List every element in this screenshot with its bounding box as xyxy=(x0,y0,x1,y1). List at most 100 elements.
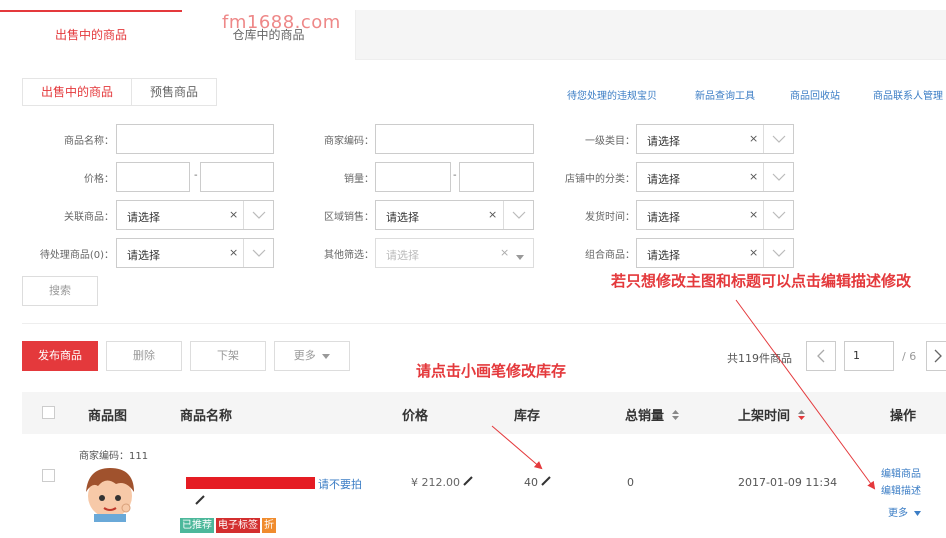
redacted-title xyxy=(186,477,315,489)
caret-down-icon[interactable] xyxy=(516,250,524,263)
subtab-presale[interactable]: 预售商品 xyxy=(131,79,216,105)
table-header: 商品图 商品名称 价格 库存 总销量 上架时间 操作 xyxy=(22,392,946,434)
pending-select[interactable]: 请选择 × xyxy=(116,238,274,268)
clear-icon[interactable]: × xyxy=(749,246,758,259)
pending-value: 请选择 xyxy=(127,249,160,262)
related-select[interactable]: 请选择 × xyxy=(116,200,274,230)
clear-icon[interactable]: × xyxy=(749,170,758,183)
total-count: 共119件商品 xyxy=(727,352,792,365)
edit-title-pencil-icon[interactable] xyxy=(195,495,205,508)
unlist-button[interactable]: 下架 xyxy=(190,341,266,371)
combo-value: 请选择 xyxy=(647,249,680,262)
listed-time-value: 2017-01-09 11:34 xyxy=(738,476,838,489)
sales-min-input[interactable] xyxy=(375,162,451,192)
label-sales: 销量： xyxy=(344,174,374,185)
row-more-label: 更多 xyxy=(888,508,908,519)
total-sales-label: 总销量 xyxy=(625,409,665,424)
edit-product-link[interactable]: 编辑商品 xyxy=(881,465,921,480)
label-shop-category: 店铺中的分类： xyxy=(565,174,635,185)
delete-button[interactable]: 删除 xyxy=(106,341,182,371)
price-max-input[interactable] xyxy=(200,162,274,192)
ship-time-value: 请选择 xyxy=(647,211,680,224)
product-name-input[interactable] xyxy=(116,124,274,154)
header-total-sales[interactable]: 总销量 xyxy=(625,405,679,424)
annotation-edit-description-hint: 若只想修改主图和标题可以点击编辑描述修改 xyxy=(611,272,912,290)
row-more-link[interactable]: 更多 xyxy=(888,504,922,519)
next-page-button[interactable] xyxy=(926,341,946,371)
link-violations[interactable]: 待您处理的违规宝贝 xyxy=(567,87,657,102)
sales-max-input[interactable] xyxy=(459,162,534,192)
ship-time-select[interactable]: 请选择 × xyxy=(636,200,794,230)
tag-group: 已推荐 电子标签折 xyxy=(180,518,278,533)
total-sales-value: 0 xyxy=(627,476,634,489)
top-tab-bar: 出售中的商品 仓库中的商品 xyxy=(0,10,946,60)
other-filter-select[interactable]: 请选择 × xyxy=(375,238,534,268)
region-select[interactable]: 请选择 × xyxy=(375,200,534,230)
link-contact-manage[interactable]: 商品联系人管理 xyxy=(873,87,943,102)
header-listed-time[interactable]: 上架时间 xyxy=(738,405,805,424)
chevron-down-icon[interactable] xyxy=(763,163,793,191)
chevron-down-icon[interactable] xyxy=(763,201,793,229)
product-thumbnail[interactable] xyxy=(76,462,144,525)
merchant-code-input[interactable] xyxy=(375,124,534,154)
header-name: 商品名称 xyxy=(180,409,233,424)
label-combo: 组合商品： xyxy=(585,250,635,261)
shop-category-select[interactable]: 请选择 × xyxy=(636,162,794,192)
related-value: 请选择 xyxy=(127,211,160,224)
publish-button[interactable]: 发布商品 xyxy=(22,341,98,371)
sort-icon xyxy=(669,409,679,424)
divider xyxy=(22,323,946,324)
category-select[interactable]: 请选择 × xyxy=(636,124,794,154)
clear-icon[interactable]: × xyxy=(500,246,509,259)
select-all-checkbox[interactable] xyxy=(42,406,55,419)
header-image: 商品图 xyxy=(88,409,128,424)
clear-icon[interactable]: × xyxy=(229,246,238,259)
more-button[interactable]: 更多 xyxy=(274,341,350,371)
label-merchant-code: 商家编码： xyxy=(324,136,374,147)
listed-time-label: 上架时间 xyxy=(738,409,791,424)
edit-description-link[interactable]: 编辑描述 xyxy=(881,482,921,497)
edit-stock-pencil-icon[interactable] xyxy=(541,476,551,489)
chevron-down-icon[interactable] xyxy=(243,239,273,267)
row-checkbox[interactable] xyxy=(42,469,55,482)
merchant-code: 商家编码：111 xyxy=(79,451,149,462)
label-region: 区域销售： xyxy=(324,212,374,223)
price-value: ¥ 212.00 xyxy=(411,476,460,489)
clear-icon[interactable]: × xyxy=(229,208,238,221)
prev-page-button[interactable] xyxy=(806,341,836,371)
label-pending: 待处理商品(0)： xyxy=(39,250,114,261)
link-new-product-tool[interactable]: 新品查询工具 xyxy=(695,87,755,102)
chevron-down-icon[interactable] xyxy=(763,125,793,153)
price-min-input[interactable] xyxy=(116,162,190,192)
watermark: fm1688.com xyxy=(222,12,341,33)
header-stock: 库存 xyxy=(514,409,541,424)
chevron-down-icon[interactable] xyxy=(243,201,273,229)
chevron-down-icon[interactable] xyxy=(503,201,533,229)
combo-select[interactable]: 请选择 × xyxy=(636,238,794,268)
chevron-left-icon xyxy=(817,349,825,363)
shop-category-value: 请选择 xyxy=(647,173,680,186)
tab-on-sale[interactable]: 出售中的商品 xyxy=(0,10,182,60)
clear-icon[interactable]: × xyxy=(749,208,758,221)
label-related: 关联商品： xyxy=(64,212,114,223)
link-recycle-bin[interactable]: 商品回收站 xyxy=(790,87,840,102)
edit-price-pencil-icon[interactable] xyxy=(463,476,473,489)
sort-icon xyxy=(795,409,805,424)
product-name-link[interactable]: 请不要拍 xyxy=(318,476,362,492)
label-price: 价格： xyxy=(84,174,114,185)
tag-e-label: 电子标签 xyxy=(216,518,260,533)
header-actions: 操作 xyxy=(890,409,917,424)
clear-icon[interactable]: × xyxy=(749,132,758,145)
label-category: 一级类目： xyxy=(585,136,635,147)
caret-down-icon xyxy=(911,508,922,519)
chevron-down-icon[interactable] xyxy=(763,239,793,267)
clear-icon[interactable]: × xyxy=(488,208,497,221)
region-value: 请选择 xyxy=(386,211,419,224)
page-input[interactable]: 1 xyxy=(844,341,894,371)
chevron-right-icon xyxy=(934,349,942,363)
search-button[interactable]: 搜索 xyxy=(22,276,98,306)
header-price: 价格 xyxy=(402,409,429,424)
range-separator: - xyxy=(453,170,457,181)
label-other-filter: 其他筛选： xyxy=(324,250,374,261)
subtab-on-sale[interactable]: 出售中的商品 xyxy=(23,79,131,105)
